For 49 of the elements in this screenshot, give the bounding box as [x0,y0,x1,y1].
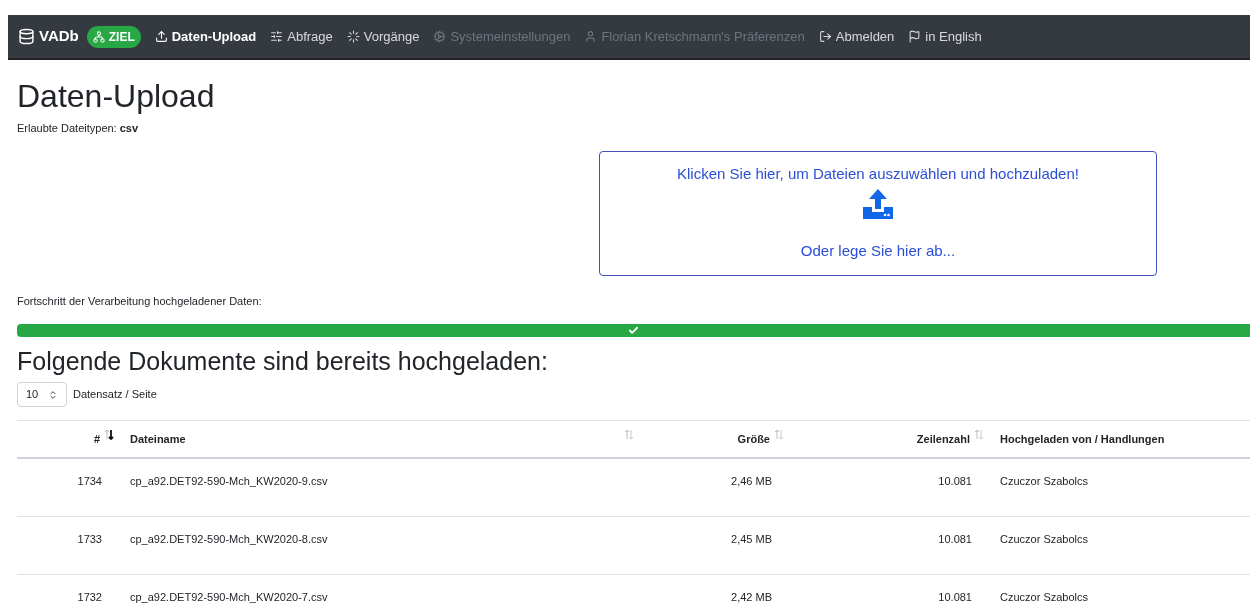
flag-icon [908,30,922,43]
table-cell-text: 10.081 [938,590,972,605]
table-cell-text: Czuczor Szabolcs [1000,532,1089,547]
nav-link[interactable]: Abfrage [270,26,333,47]
table-cell-text: 10.081 [938,532,972,547]
table-cell-text: 2,46 MB [731,474,772,489]
sort-icon[interactable] [104,428,114,440]
table-cell-text: 10.081 [938,474,972,489]
table-cell-text: Czuczor Szabolcs [1000,474,1089,489]
table-cell-text: 2,42 MB [731,590,772,605]
page-size-select[interactable]: 10 [17,382,67,407]
nav-link[interactable]: Daten-Upload [154,26,257,47]
table-cell-text: cp_a92.DET92-590-Mch_KW2020-9.csv [130,474,328,489]
user-icon [584,30,598,43]
database-icon [18,28,35,45]
table-cell-text: cp_a92.DET92-590-Mch_KW2020-8.csv [130,532,328,547]
column-header[interactable]: Zeilenzahl [916,430,970,448]
section-title: Folgende Dokumente sind bereits hochgeladen: [17,349,548,374]
table-cell-text: cp_a92.DET92-590-Mch_KW2020-7.csv [130,590,328,605]
gear-icon [433,30,447,43]
table-cell-text: 1733 [77,532,102,547]
sliders-icon [270,30,284,43]
table-cell-text: 2,45 MB [731,532,772,547]
table-cell-text: 1734 [77,474,102,489]
column-header[interactable]: Dateiname [130,430,186,448]
upload-icon [861,187,895,221]
brand-name[interactable]: VADb [39,25,79,48]
caret-icon [48,389,58,400]
page-title: Daten-Upload [17,80,215,112]
page-size-label: Datensatz / Seite [73,387,157,403]
nav-link[interactable]: Abmelden [818,26,895,47]
column-header[interactable]: # [93,430,100,448]
drop-hint: Oder lege Sie hier ab... [800,241,956,261]
allowed-types: Erlaubte Dateitypen: csv [17,121,139,136]
column-header: Hochgeladen von / Handlungen [1000,431,1165,447]
table-cell-text: Czuczor Szabolcs [1000,590,1089,605]
network-icon [92,30,105,43]
progress-label: Fortschritt der Verarbeitung hochgeladener Daten: [17,293,262,309]
check-icon [628,325,639,336]
table-cell-text: 1732 [77,590,102,605]
dropzone-prompt: Klicken Sie hier, um Dateien auszuwählen und hochzuladen! [677,163,1079,184]
logout-icon [818,30,832,43]
spinner-icon [346,30,360,43]
nav-link[interactable]: in English [908,26,982,47]
nav-link[interactable]: Vorgänge [346,26,420,47]
dropzone[interactable]: Klicken Sie hier, um Dateien auszuwählen und hochzuladen! Oder lege Sie hier ab... [599,150,1157,276]
environment-badge: ZIEL [86,25,141,48]
column-header[interactable]: Größe [737,430,770,448]
upload-icon [154,30,168,43]
